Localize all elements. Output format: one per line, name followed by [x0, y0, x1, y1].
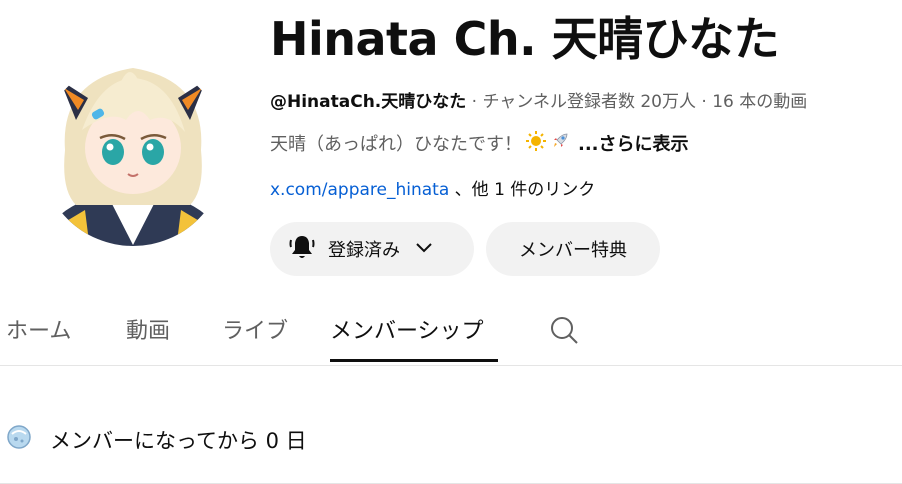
chevron-down-icon — [412, 235, 436, 264]
member-badge-icon — [6, 424, 32, 455]
active-tab-indicator — [330, 359, 498, 362]
more-links-link[interactable]: 、他 1 件のリンク — [449, 180, 596, 200]
channel-links: x.com/appare_hinata 、他 1 件のリンク — [270, 175, 595, 200]
channel-title: Hinata Ch. 天晴ひなた — [270, 12, 780, 66]
channel-meta: @HinataCh.天晴ひなた · チャンネル登録者数 20万人 · 16 本の… — [270, 87, 807, 112]
tab-live[interactable]: ライブ — [222, 313, 288, 345]
search-icon[interactable] — [548, 314, 580, 350]
rocket-emoji-icon — [550, 131, 570, 156]
subscribed-label: 登録済み — [328, 240, 400, 261]
sun-emoji-icon — [526, 130, 546, 156]
channel-link[interactable]: x.com/appare_hinata — [270, 180, 449, 200]
channel-handle: @HinataCh.天晴ひなた — [270, 92, 467, 112]
membership-duration: メンバーになってから 0 日 — [50, 428, 307, 453]
subscribed-button[interactable]: 登録済み — [270, 222, 474, 276]
show-more-link[interactable]: ...さらに表示 — [578, 130, 689, 156]
member-perks-label: メンバー特典 — [519, 240, 627, 261]
channel-stats: · チャンネル登録者数 20万人 · 16 本の動画 — [466, 92, 808, 112]
membership-status: メンバーになってから 0 日 — [6, 424, 307, 455]
channel-description[interactable]: 天晴（あっぱれ）ひなたです！ ...さらに表示 — [270, 130, 689, 156]
channel-avatar[interactable] — [40, 40, 226, 266]
tab-home[interactable]: ホーム — [6, 313, 71, 345]
description-text: 天晴（あっぱれ）ひなたです！ — [270, 134, 522, 155]
tab-membership[interactable]: メンバーシップ — [330, 313, 484, 345]
bell-icon — [288, 233, 316, 266]
tab-videos[interactable]: 動画 — [126, 313, 170, 345]
member-perks-button[interactable]: メンバー特典 — [486, 222, 660, 276]
